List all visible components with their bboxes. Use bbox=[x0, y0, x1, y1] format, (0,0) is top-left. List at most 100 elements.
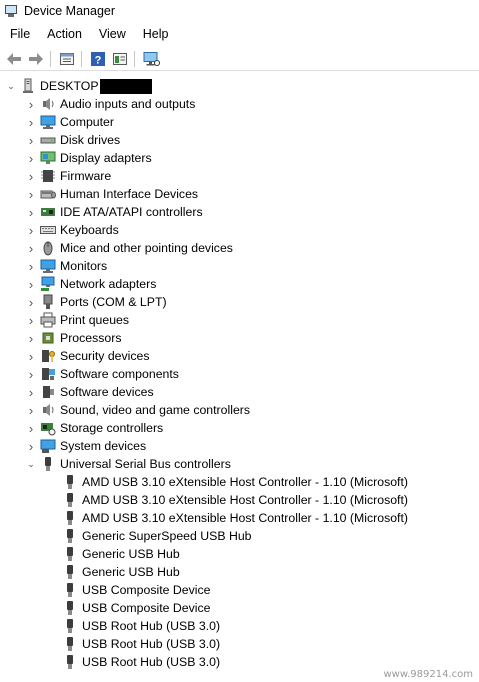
chevron-down-icon[interactable]: ⌄ bbox=[26, 455, 36, 473]
chevron-right-icon[interactable]: › bbox=[26, 113, 36, 131]
category-row[interactable]: › Mice and other pointing devices bbox=[26, 239, 233, 257]
usb-device-row[interactable]: USB Composite Device bbox=[62, 599, 210, 617]
category-row[interactable]: › Human Interface Devices bbox=[26, 185, 198, 203]
help-button[interactable]: ? bbox=[88, 49, 108, 69]
back-button[interactable] bbox=[4, 49, 24, 69]
menu-view[interactable]: View bbox=[89, 27, 133, 41]
usb-device-label: AMD USB 3.10 eXtensible Host Controller … bbox=[82, 493, 408, 507]
chevron-right-icon[interactable]: › bbox=[26, 311, 36, 329]
chevron-right-icon[interactable]: › bbox=[26, 293, 36, 311]
category-row[interactable]: › IDE ATA/ATAPI controllers bbox=[26, 203, 203, 221]
category-row[interactable]: › Display adapters bbox=[26, 149, 152, 167]
category-label: Sound, video and game controllers bbox=[60, 403, 251, 417]
chevron-right-icon[interactable]: › bbox=[26, 419, 36, 437]
category-row[interactable]: › Print queues bbox=[26, 311, 129, 329]
window-title: Device Manager bbox=[24, 4, 116, 18]
category-row[interactable]: › Monitors bbox=[26, 257, 107, 275]
category-row[interactable]: › Storage controllers bbox=[26, 419, 163, 437]
category-row[interactable]: › Ports (COM & LPT) bbox=[26, 293, 167, 311]
chevron-right-icon[interactable]: › bbox=[26, 275, 36, 293]
category-label: Monitors bbox=[60, 259, 108, 273]
chevron-right-icon[interactable]: › bbox=[26, 401, 36, 419]
chevron-right-icon[interactable]: › bbox=[26, 149, 36, 167]
category-row[interactable]: › Software components bbox=[26, 365, 179, 383]
menu-help[interactable]: Help bbox=[133, 27, 176, 41]
ide-controller-icon bbox=[40, 204, 56, 220]
category-label: IDE ATA/ATAPI controllers bbox=[60, 205, 203, 219]
category-row[interactable]: › Audio inputs and outputs bbox=[26, 95, 196, 113]
category-row[interactable]: › Sound, video and game controllers bbox=[26, 401, 250, 419]
chevron-right-icon[interactable]: › bbox=[26, 167, 36, 185]
forward-button[interactable] bbox=[26, 49, 46, 69]
menu-file[interactable]: File bbox=[0, 27, 37, 41]
chevron-right-icon[interactable]: › bbox=[26, 365, 36, 383]
chevron-right-icon[interactable]: › bbox=[26, 329, 36, 347]
sound-controller-icon bbox=[40, 402, 56, 418]
chevron-right-icon[interactable]: › bbox=[26, 221, 36, 239]
usb-connector-icon bbox=[62, 528, 78, 544]
display-adapter-icon bbox=[40, 150, 56, 166]
chevron-right-icon[interactable]: › bbox=[26, 383, 36, 401]
usb-device-row[interactable]: Generic USB Hub bbox=[62, 563, 180, 581]
category-row[interactable]: › Keyboards bbox=[26, 221, 119, 239]
chevron-down-icon[interactable]: ⌄ bbox=[6, 77, 16, 95]
category-row[interactable]: › Software devices bbox=[26, 383, 154, 401]
help-icon: ? bbox=[91, 51, 105, 66]
disk-drive-icon bbox=[40, 132, 56, 148]
chevron-right-icon[interactable]: › bbox=[26, 257, 36, 275]
chevron-right-icon[interactable]: › bbox=[26, 131, 36, 149]
usb-connector-icon bbox=[62, 600, 78, 616]
usb-connector-icon bbox=[62, 510, 78, 526]
category-row[interactable]: ⌄ Universal Serial Bus controllers bbox=[26, 455, 231, 473]
category-label: Processors bbox=[60, 331, 122, 345]
category-label: System devices bbox=[60, 439, 147, 453]
monitor-icon bbox=[40, 258, 56, 274]
category-label: Disk drives bbox=[60, 133, 121, 147]
usb-connector-icon bbox=[62, 492, 78, 508]
chevron-right-icon[interactable]: › bbox=[26, 95, 36, 113]
usb-device-row[interactable]: USB Composite Device bbox=[62, 581, 210, 599]
usb-device-row[interactable]: AMD USB 3.10 eXtensible Host Controller … bbox=[62, 509, 408, 527]
chevron-right-icon[interactable]: › bbox=[26, 185, 36, 203]
usb-device-row[interactable]: Generic SuperSpeed USB Hub bbox=[62, 527, 252, 545]
monitor-scan-icon bbox=[143, 51, 160, 66]
category-row[interactable]: › Network adapters bbox=[26, 275, 156, 293]
scan-hardware-button[interactable] bbox=[141, 49, 161, 69]
show-hidden-button[interactable] bbox=[110, 49, 130, 69]
desktop-computer-icon bbox=[20, 78, 36, 94]
arrow-left-icon bbox=[7, 52, 21, 65]
category-row[interactable]: › System devices bbox=[26, 437, 146, 455]
properties-button[interactable] bbox=[57, 49, 77, 69]
usb-device-label: Generic USB Hub bbox=[82, 547, 180, 561]
usb-device-label: Generic USB Hub bbox=[82, 565, 180, 579]
category-row[interactable]: › Processors bbox=[26, 329, 122, 347]
usb-device-row[interactable]: USB Root Hub (USB 3.0) bbox=[62, 617, 220, 635]
category-row[interactable]: › Firmware bbox=[26, 167, 111, 185]
usb-device-row[interactable]: AMD USB 3.10 eXtensible Host Controller … bbox=[62, 491, 408, 509]
usb-connector-icon bbox=[62, 582, 78, 598]
category-label: Human Interface Devices bbox=[60, 187, 199, 201]
storage-controller-icon bbox=[40, 420, 56, 436]
usb-device-row[interactable]: AMD USB 3.10 eXtensible Host Controller … bbox=[62, 473, 408, 491]
usb-device-row[interactable]: Generic USB Hub bbox=[62, 545, 180, 563]
firmware-icon bbox=[40, 168, 56, 184]
usb-device-label: USB Composite Device bbox=[82, 601, 211, 615]
computer-icon bbox=[40, 114, 56, 130]
category-row[interactable]: › Security devices bbox=[26, 347, 150, 365]
chevron-right-icon[interactable]: › bbox=[26, 437, 36, 455]
usb-connector-icon bbox=[62, 654, 78, 670]
usb-connector-icon bbox=[62, 636, 78, 652]
tree-root[interactable]: ⌄ DESKTOP bbox=[6, 77, 152, 95]
chevron-right-icon[interactable]: › bbox=[26, 239, 36, 257]
usb-device-row[interactable]: USB Root Hub (USB 3.0) bbox=[62, 653, 220, 671]
usb-device-row[interactable]: USB Root Hub (USB 3.0) bbox=[62, 635, 220, 653]
category-label: Ports (COM & LPT) bbox=[60, 295, 167, 309]
chevron-right-icon[interactable]: › bbox=[26, 203, 36, 221]
category-row[interactable]: › Computer bbox=[26, 113, 114, 131]
category-row[interactable]: › Disk drives bbox=[26, 131, 120, 149]
menu-action[interactable]: Action bbox=[37, 27, 89, 41]
category-label: Network adapters bbox=[60, 277, 157, 291]
chevron-right-icon[interactable]: › bbox=[26, 347, 36, 365]
software-component-icon bbox=[40, 366, 56, 382]
processor-icon bbox=[40, 330, 56, 346]
